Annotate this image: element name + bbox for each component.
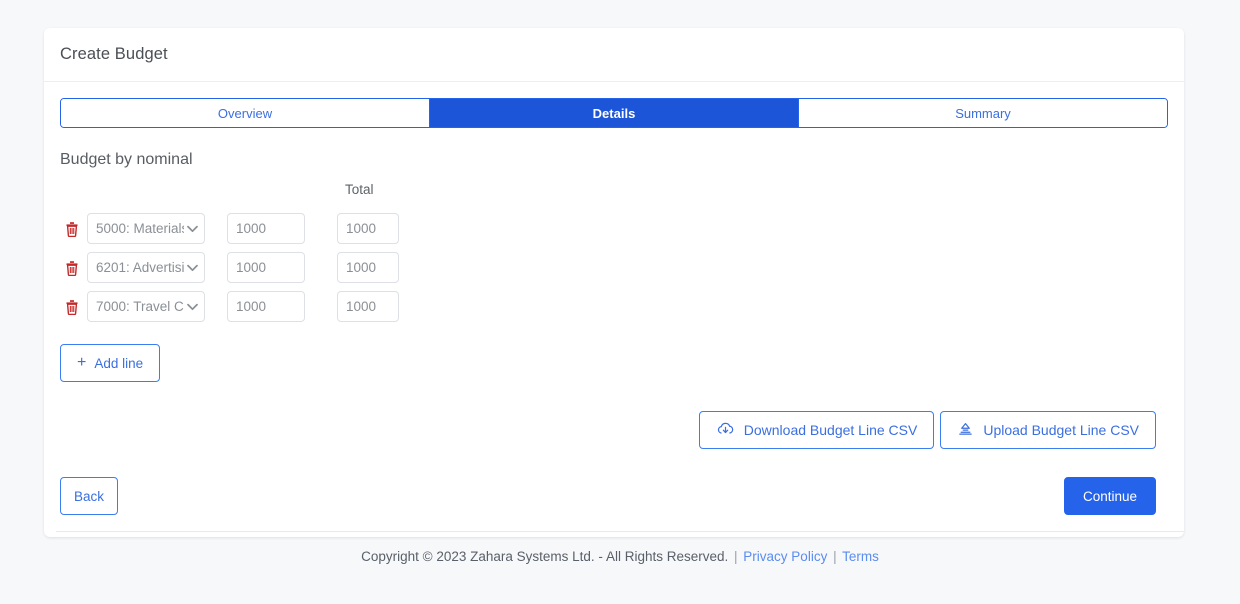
total-input[interactable] <box>337 213 399 244</box>
add-line-button[interactable]: + Add line <box>60 344 161 382</box>
download-budget-line-csv-button[interactable]: Download Budget Line CSV <box>698 411 935 449</box>
add-line-label: Add line <box>94 355 144 371</box>
wizard-tabs: Overview Details Summary <box>60 98 1168 128</box>
cloud-download-icon <box>716 421 735 440</box>
total-input[interactable] <box>337 291 399 322</box>
create-budget-card: Create Budget Overview Details Summary B… <box>44 28 1184 537</box>
budget-lines: 5000: Materials 1000 1000 6201: Advertis… <box>60 213 1168 322</box>
tab-overview[interactable]: Overview <box>61 99 429 127</box>
nominal-select-wrap: 7000: Travel Costs <box>87 291 205 322</box>
copyright-text: Copyright © 2023 Zahara Systems Ltd. - A… <box>361 549 729 564</box>
footer-separator-2: | <box>833 549 837 564</box>
page-root: Create Budget Overview Details Summary B… <box>0 0 1240 604</box>
upload-csv-label: Upload Budget Line CSV <box>983 422 1139 438</box>
amount-input[interactable] <box>227 291 305 322</box>
total-input[interactable] <box>337 252 399 283</box>
nominal-select[interactable]: 7000: Travel Costs <box>87 291 205 322</box>
plus-icon: + <box>77 354 87 371</box>
budget-grid-header: Total <box>60 182 1168 200</box>
privacy-policy-link[interactable]: Privacy Policy <box>743 549 827 564</box>
section-title: Budget by nominal <box>60 151 193 168</box>
nominal-select-wrap: 5000: Materials <box>87 213 205 244</box>
nominal-select[interactable]: 5000: Materials <box>87 213 205 244</box>
tab-summary[interactable]: Summary <box>798 99 1167 127</box>
csv-actions: Download Budget Line CSV Upload Budget L… <box>60 411 1168 449</box>
upload-icon <box>957 421 974 440</box>
trash-icon[interactable] <box>60 217 84 241</box>
back-button[interactable]: Back <box>60 477 118 515</box>
footer-separator-1: | <box>734 549 738 564</box>
wizard-nav: Back Continue <box>60 477 1168 515</box>
tab-details[interactable]: Details <box>429 99 798 127</box>
page-title: Create Budget <box>60 45 168 63</box>
table-row: 6201: Advertising <box>60 252 1168 283</box>
footer: Copyright © 2023 Zahara Systems Ltd. - A… <box>0 549 1240 564</box>
card-header: Create Budget <box>44 28 1184 82</box>
terms-link[interactable]: Terms <box>842 549 879 564</box>
card-body: Overview Details Summary Budget by nomin… <box>44 82 1184 537</box>
trash-icon[interactable] <box>60 256 84 280</box>
table-row: 5000: Materials <box>60 213 1168 244</box>
nominal-select-wrap: 6201: Advertising <box>87 252 205 283</box>
nominal-select[interactable]: 6201: Advertising <box>87 252 205 283</box>
amount-input[interactable] <box>227 213 305 244</box>
column-header-total: Total <box>345 182 374 197</box>
trash-icon[interactable] <box>60 295 84 319</box>
download-csv-label: Download Budget Line CSV <box>743 422 918 438</box>
upload-budget-line-csv-button[interactable]: Upload Budget Line CSV <box>940 411 1156 449</box>
footer-divider <box>56 531 1184 532</box>
continue-button[interactable]: Continue <box>1063 477 1156 515</box>
amount-input[interactable] <box>227 252 305 283</box>
table-row: 7000: Travel Costs <box>60 291 1168 322</box>
